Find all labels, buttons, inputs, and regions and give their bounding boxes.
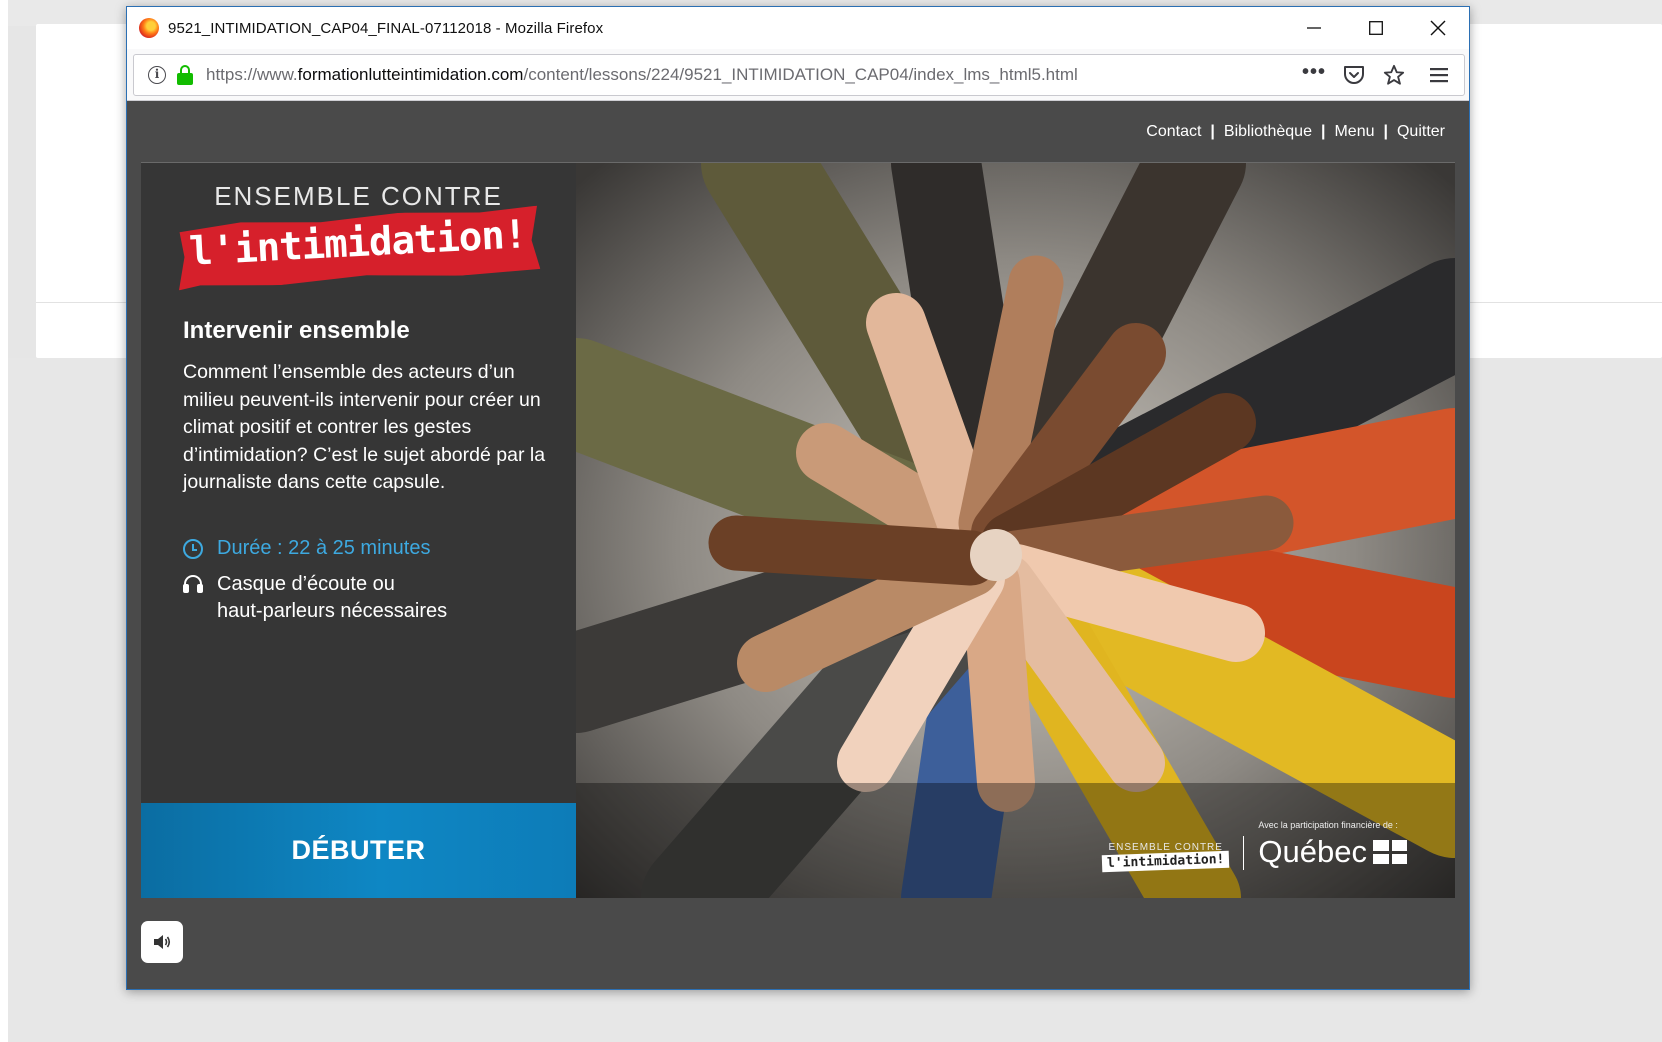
info-icon[interactable]: i [148,66,166,84]
contact-link[interactable]: Contact [1146,123,1201,141]
course-description: Comment l’ensemble des acteurs d’un mili… [183,361,546,493]
hands-circle-illustration [576,163,1455,898]
speaker-icon [154,935,171,949]
window-controls [1283,7,1469,49]
course-player: Contact | Bibliothèque | Menu | Quitter … [127,101,1469,989]
window-titlebar: 9521_INTIMIDATION_CAP04_FINAL-07112018 -… [127,7,1469,49]
url-actions: ••• [1294,55,1464,95]
link-separator: | [1383,123,1388,140]
link-separator: | [1210,123,1215,140]
course-stage: ENSEMBLE CONTRE l'intimidation! Interven… [141,162,1455,898]
course-info-panel: ENSEMBLE CONTRE l'intimidation! Interven… [141,163,576,898]
window-title: 9521_INTIMIDATION_CAP04_FINAL-07112018 -… [168,19,604,37]
quebec-flag-icon [1373,840,1407,864]
hamburger-menu-icon[interactable] [1414,55,1464,95]
close-button[interactable] [1407,7,1469,49]
headphones-text-line1: Casque d’écoute ou [217,573,395,595]
sound-toggle-button[interactable] [141,921,183,963]
url-bar[interactable]: i https://www.formationlutteintimidation… [133,54,1465,96]
quebec-wordmark: Québec [1258,834,1367,869]
url-text[interactable]: https://www.formationlutteintimidation.c… [206,65,1078,85]
logo-divider [1243,836,1245,870]
firefox-icon [139,18,159,38]
headphones-text-line2: haut-parleurs nécessaires [217,600,448,622]
firefox-popup-window: 9521_INTIMIDATION_CAP04_FINAL-07112018 -… [126,6,1470,990]
clock-icon [183,538,203,559]
quitter-link[interactable]: Quitter [1397,123,1445,141]
minimize-icon [1307,27,1321,29]
star-icon[interactable] [1374,55,1414,95]
hero-photo-hands: ENSEMBLE CONTRE l'intimidation! Avec la … [576,163,1455,898]
page-left-edge [0,0,8,1042]
quebec-logo: Avec la participation financière de : Qu… [1258,820,1407,870]
start-button[interactable]: DÉBUTER [141,803,576,898]
maximize-icon [1369,21,1383,35]
close-icon [1430,20,1446,36]
maximize-button[interactable] [1345,7,1407,49]
intimidation-logo: l'intimidation! [176,206,541,291]
duration-info: Durée : 22 à 25 minutes [183,537,430,560]
lock-icon[interactable] [176,65,194,85]
link-separator: | [1320,123,1326,140]
headphones-info: Casque d’écoute ou haut-parleurs nécessa… [183,571,447,625]
mini-intimidation-logo: ENSEMBLE CONTRE l'intimidation! [1101,842,1230,873]
minimize-button[interactable] [1283,7,1345,49]
pocket-icon[interactable] [1334,55,1374,95]
funding-caption: Avec la participation financière de : [1258,820,1398,830]
menu-link[interactable]: Menu [1334,123,1374,141]
top-links: Contact | Bibliothèque | Menu | Quitter [1146,123,1445,141]
bibliotheque-link[interactable]: Bibliothèque [1224,123,1312,141]
course-heading: Intervenir ensemble [183,317,410,344]
headphones-icon [183,574,203,594]
duration-text: Durée : 22 à 25 minutes [217,537,431,559]
browser-navbar: i https://www.formationlutteintimidation… [127,49,1469,101]
more-icon[interactable]: ••• [1294,52,1334,92]
partner-logos: ENSEMBLE CONTRE l'intimidation! Avec la … [1101,820,1407,873]
